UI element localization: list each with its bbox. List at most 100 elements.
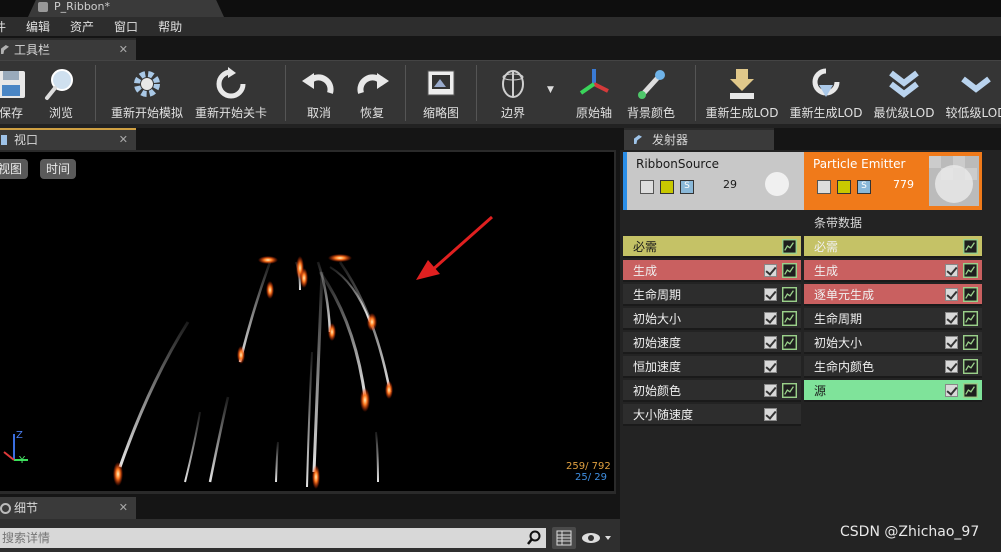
spark (258, 256, 278, 264)
solo-icon[interactable] (660, 180, 674, 194)
regen-lod-button-2[interactable]: 重新生成LOD (787, 61, 865, 125)
enable-checkbox[interactable] (817, 180, 831, 194)
grid-view-button[interactable] (552, 527, 576, 549)
tab-toolbar[interactable]: 工具栏 ✕ (0, 38, 136, 60)
curve-editor-icon[interactable] (782, 335, 797, 350)
module-enable-checkbox[interactable] (764, 408, 777, 421)
browse-button[interactable]: 浏览 (38, 61, 84, 125)
module-row[interactable]: 必需 (804, 236, 982, 258)
curve-editor-icon[interactable] (963, 287, 978, 302)
solo-icon[interactable] (837, 180, 851, 194)
curve-editor-icon[interactable] (963, 263, 978, 278)
details-tab-icon (0, 503, 11, 514)
menu-window[interactable]: 窗口 (114, 18, 138, 35)
regen-lod-button-1[interactable]: 重新生成LOD (703, 61, 781, 125)
module-row[interactable]: 必需 (623, 236, 801, 258)
lod-regenerate-icon (812, 68, 840, 97)
menu-edit[interactable]: 编辑 (26, 18, 50, 35)
spark (385, 381, 393, 399)
restart-sim-button[interactable]: 重新开始模拟 (108, 61, 186, 125)
origin-axis-button[interactable]: 原始轴 (572, 61, 616, 125)
highest-lod-button[interactable]: 最优级LOD (871, 61, 937, 125)
curve-editor-icon[interactable] (963, 311, 978, 326)
module-enable-checkbox[interactable] (764, 312, 777, 325)
axis-z-label: Z (16, 430, 23, 441)
search-input[interactable] (0, 528, 546, 548)
eye-icon[interactable] (580, 530, 614, 546)
menu-help[interactable]: 帮助 (158, 18, 182, 35)
restart-level-button[interactable]: 重新开始关卡 (192, 61, 270, 125)
module-row[interactable]: 初始颜色 (623, 380, 801, 402)
curve-editor-icon[interactable] (782, 383, 797, 398)
curve-editor-icon[interactable] (963, 359, 978, 374)
close-icon[interactable]: ✕ (119, 497, 128, 519)
ribbon-streak (306, 351, 313, 488)
module-enable-checkbox[interactable] (764, 360, 777, 373)
module-row[interactable]: 初始速度 (623, 332, 801, 354)
viewport[interactable]: 视图 时间 Z Y (0, 152, 614, 491)
curve-editor-icon[interactable] (963, 383, 978, 398)
module-row[interactable]: 恒加速度 (623, 356, 801, 378)
details-tab-label: 细节 (14, 501, 39, 515)
emitter-header[interactable]: RibbonSource S 29 (623, 152, 805, 210)
lower-lod-button[interactable]: 较低级LOD (943, 61, 1001, 125)
ribbon-streak (184, 411, 201, 483)
module-enable-checkbox[interactable] (945, 288, 958, 301)
module-enable-checkbox[interactable] (945, 312, 958, 325)
module-label: 必需 (814, 240, 839, 254)
undo-button[interactable]: 取消 (297, 61, 341, 125)
toolbar-separator (695, 65, 696, 121)
tab-emitters[interactable]: 发射器 (624, 128, 774, 150)
save-button[interactable]: 保存 (0, 61, 36, 125)
tab-details[interactable]: 细节 ✕ (0, 497, 136, 519)
bounds-dropdown[interactable]: ▼ (545, 61, 559, 125)
close-icon[interactable]: ✕ (119, 40, 128, 60)
module-enable-checkbox[interactable] (945, 336, 958, 349)
module-row[interactable]: 初始大小 (804, 332, 982, 354)
close-icon[interactable]: ✕ (119, 130, 128, 150)
module-enable-checkbox[interactable] (945, 264, 958, 277)
thumbnail-button[interactable]: 缩略图 (417, 61, 465, 125)
module-row[interactable]: 生命内颜色 (804, 356, 982, 378)
module-enable-checkbox[interactable] (764, 288, 777, 301)
module-enable-checkbox[interactable] (945, 360, 958, 373)
document-tab-label: P_Ribbon* (54, 0, 110, 13)
module-row[interactable]: 生命周期 (804, 308, 982, 330)
bg-color-label: 背景颜色 (626, 106, 675, 120)
emitter-header[interactable]: Particle Emitter S 779 (804, 152, 982, 210)
s-toggle-icon[interactable]: S (857, 180, 871, 194)
eyedropper-icon (638, 70, 665, 99)
module-label: 初始颜色 (633, 384, 682, 398)
emitters-tab-label: 发射器 (652, 133, 689, 147)
module-label: 生成 (633, 264, 658, 278)
module-enable-checkbox[interactable] (764, 384, 777, 397)
enable-checkbox[interactable] (640, 180, 654, 194)
bg-color-button[interactable]: 背景颜色 (625, 61, 677, 125)
module-enable-checkbox[interactable] (945, 384, 958, 397)
tab-viewport[interactable]: 视口 ✕ (0, 128, 136, 150)
module-row[interactable]: 初始大小 (623, 308, 801, 330)
curve-editor-icon[interactable] (782, 311, 797, 326)
curve-editor-icon[interactable] (782, 239, 797, 254)
menu-asset[interactable]: 资产 (70, 18, 94, 35)
module-enable-checkbox[interactable] (764, 336, 777, 349)
ribbon-streak (208, 396, 230, 483)
curve-editor-icon[interactable] (782, 287, 797, 302)
module-enable-checkbox[interactable] (764, 264, 777, 277)
module-row[interactable]: 生成 (804, 260, 982, 282)
chevron-down-icon: ▼ (547, 85, 554, 95)
search-icon[interactable] (526, 530, 542, 546)
curve-editor-icon[interactable] (963, 239, 978, 254)
module-row[interactable]: 源 (804, 380, 982, 402)
s-toggle-icon[interactable]: S (680, 180, 694, 194)
bounds-button[interactable]: 边界 (490, 61, 536, 125)
curve-editor-icon[interactable] (963, 335, 978, 350)
curve-editor-icon[interactable] (782, 263, 797, 278)
menu-file[interactable]: 件 (0, 18, 6, 35)
module-row[interactable]: 逐单元生成 (804, 284, 982, 306)
redo-button[interactable]: 恢复 (350, 61, 394, 125)
module-row[interactable]: 生命周期 (623, 284, 801, 306)
module-row[interactable]: 大小随速度 (623, 404, 801, 426)
module-row[interactable]: 生成 (623, 260, 801, 282)
document-tab[interactable]: P_Ribbon* (28, 0, 224, 17)
